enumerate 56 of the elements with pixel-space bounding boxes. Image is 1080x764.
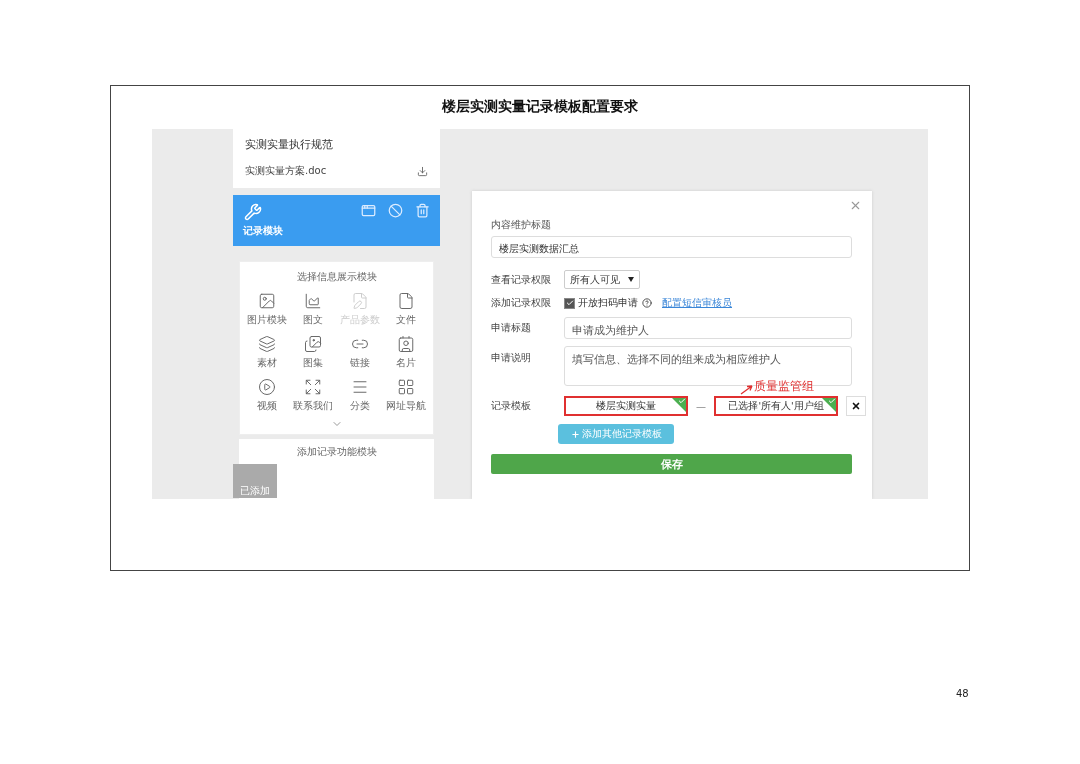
- apply-title-field[interactable]: 申请成为维护人: [564, 317, 852, 339]
- delete-icon[interactable]: [415, 203, 430, 218]
- module-icon: [258, 292, 277, 310]
- module-label: 记录模块: [243, 224, 283, 238]
- arrow-icon: [740, 383, 754, 395]
- module-option[interactable]: 图集: [290, 335, 337, 370]
- field-label: 记录模板: [491, 399, 532, 413]
- module-icon: [304, 292, 323, 310]
- help-icon[interactable]: [642, 298, 652, 308]
- module-option[interactable]: 网址导航: [382, 378, 429, 413]
- module-option[interactable]: 链接: [336, 335, 383, 370]
- page-number: 48: [956, 688, 970, 699]
- remove-button[interactable]: [846, 396, 866, 416]
- title-input-field[interactable]: 楼层实测数据汇总: [491, 236, 852, 258]
- module-option[interactable]: 图文: [290, 292, 337, 327]
- module-option[interactable]: 名片: [382, 335, 429, 370]
- download-icon[interactable]: [417, 165, 428, 177]
- dropdown-caret-icon: [628, 277, 634, 282]
- check-icon: [828, 398, 836, 405]
- checkbox[interactable]: [564, 297, 575, 309]
- module-option[interactable]: 视频: [244, 378, 291, 413]
- module-option[interactable]: 素材: [244, 335, 291, 370]
- file-name[interactable]: 实测实量方案.doc: [245, 164, 327, 178]
- module-icon: [304, 378, 323, 396]
- module-option[interactable]: 图片模块: [244, 292, 291, 327]
- window-icon[interactable]: [361, 203, 376, 218]
- plus-icon: [570, 429, 580, 439]
- module-icon: [304, 335, 323, 353]
- field-label: 添加记录权限: [491, 296, 552, 310]
- module-icon: [396, 335, 415, 353]
- checkbox-label: 开放扫码申请: [578, 296, 638, 310]
- wrench-icon: [243, 203, 263, 221]
- field-label: 申请标题: [491, 321, 532, 335]
- module-option[interactable]: 联系我们: [290, 378, 337, 413]
- field-label: 内容维护标题: [491, 218, 552, 232]
- close-icon: [851, 401, 861, 411]
- section-title: 实测实量执行规范: [245, 137, 334, 152]
- module-icon: [258, 335, 277, 353]
- panel-title: 选择信息展示模块: [296, 270, 377, 284]
- module-icon: [350, 292, 369, 310]
- settings-link[interactable]: 配置短信审核员: [662, 296, 732, 310]
- module-option[interactable]: 分类: [336, 378, 383, 413]
- module-icon: [396, 378, 415, 396]
- check-icon: [678, 398, 686, 405]
- panel-title: 添加记录功能模块: [295, 445, 378, 459]
- page-title: 楼层实测实量记录模板配置要求: [442, 98, 638, 116]
- close-icon[interactable]: [849, 199, 862, 212]
- field-label: 申请说明: [491, 351, 532, 365]
- module-icon: [396, 292, 415, 310]
- module-icon: [258, 378, 277, 396]
- module-option[interactable]: 文件: [382, 292, 429, 327]
- disable-icon[interactable]: [388, 203, 403, 218]
- module-icon: [350, 378, 369, 396]
- permission-select[interactable]: 所有人可见: [564, 270, 640, 289]
- separator-dash: —: [696, 400, 706, 412]
- field-label: 查看记录权限: [491, 272, 552, 287]
